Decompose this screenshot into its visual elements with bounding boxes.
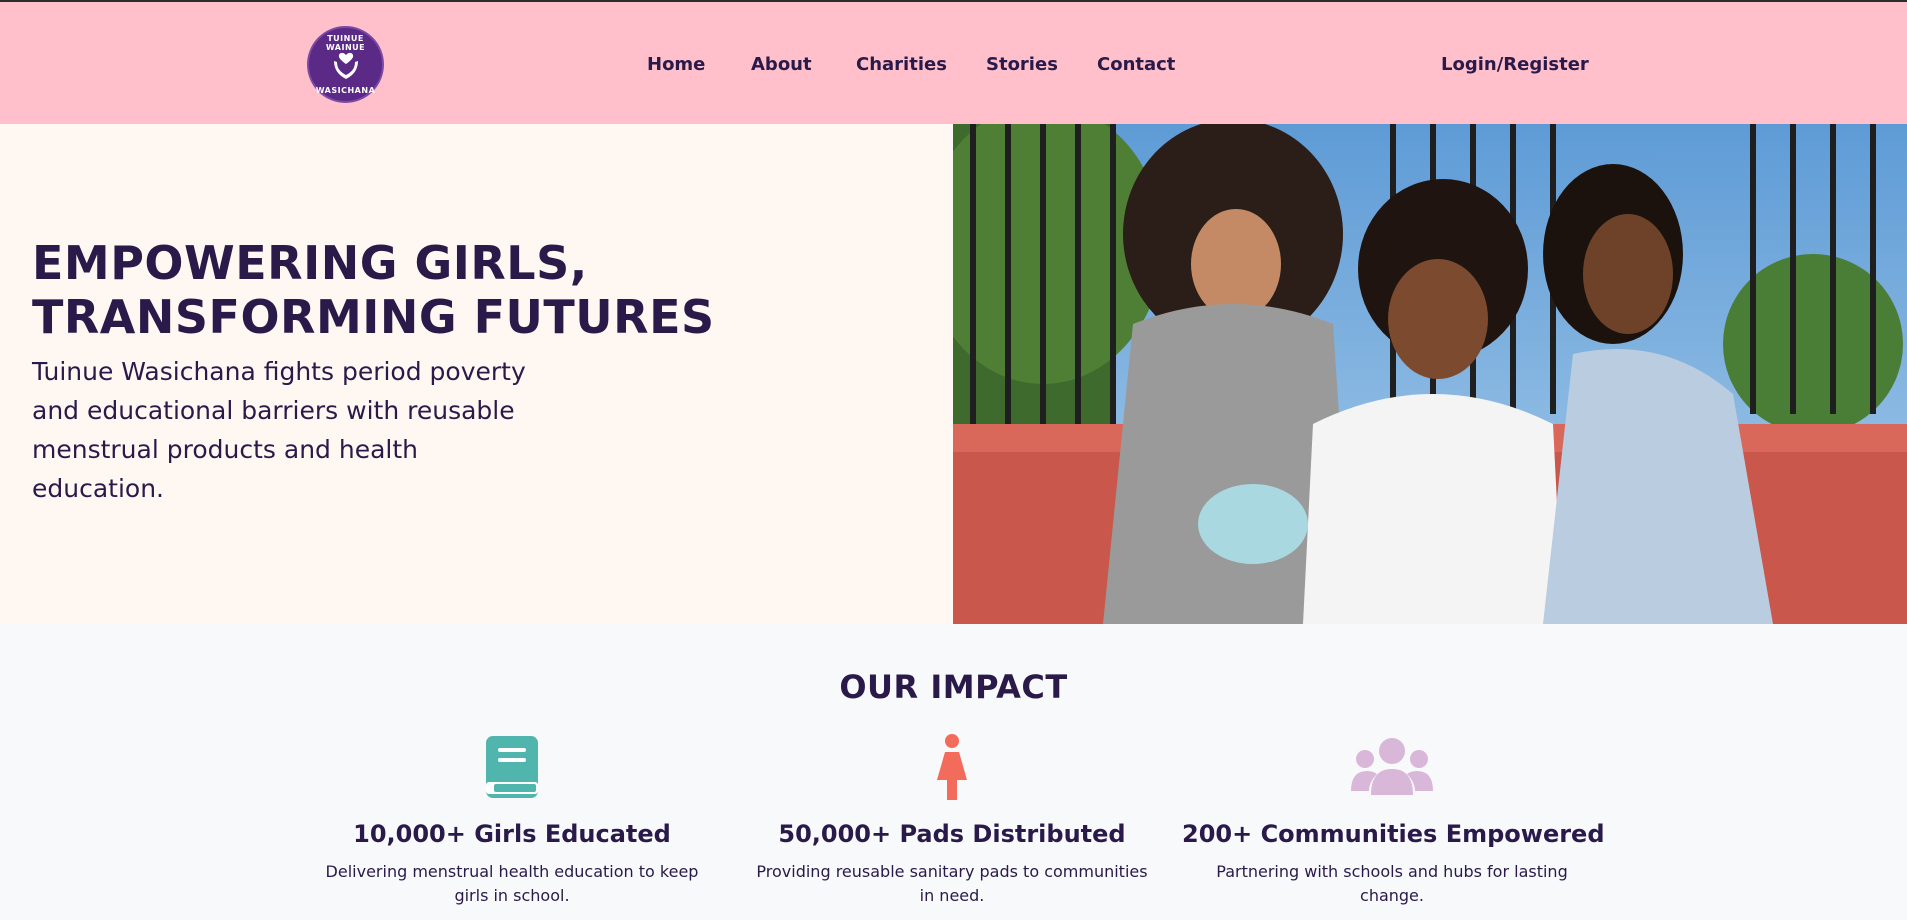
nav-about-link[interactable]: About xyxy=(751,54,812,75)
hero-text-panel: EMPOWERING GIRLS, TRANSFORMING FUTURES T… xyxy=(0,124,953,624)
impact-stat-communities: 200+ Communities Empowered xyxy=(1182,820,1605,848)
impact-card-pads-distributed: 50,000+ Pads Distributed Providing reusa… xyxy=(742,732,1162,908)
logo[interactable]: TUINUE WAINUE WASICHANA xyxy=(307,26,384,103)
impact-desc-girls: Delivering menstrual health education to… xyxy=(325,862,699,905)
nav-stories-link[interactable]: Stories xyxy=(986,54,1058,75)
logo-bottom-text: WASICHANA xyxy=(315,86,376,95)
top-navbar: TUINUE WAINUE WASICHANA Home About Chari… xyxy=(0,0,1907,124)
impact-stat-pads: 50,000+ Pads Distributed xyxy=(778,820,1126,848)
impact-desc-communities: Partnering with schools and hubs for las… xyxy=(1216,862,1568,905)
hero-image xyxy=(953,124,1907,624)
nav-home-link[interactable]: Home xyxy=(647,54,705,75)
login-register-link[interactable]: Login/Register xyxy=(1441,54,1589,75)
nav-charities-link[interactable]: Charities xyxy=(856,54,947,75)
hero-title-line-1: EMPOWERING GIRLS, xyxy=(32,236,588,290)
hero-subtitle: Tuinue Wasichana fights period poverty a… xyxy=(32,357,526,503)
impact-stat-girls: 10,000+ Girls Educated xyxy=(353,820,671,848)
logo-top-text: TUINUE WAINUE xyxy=(325,34,366,52)
hero-title-line-2: TRANSFORMING FUTURES xyxy=(32,290,715,344)
users-icon xyxy=(1351,738,1433,795)
female-icon xyxy=(937,734,967,800)
impact-card-communities-empowered: 200+ Communities Empowered Partnering wi… xyxy=(1182,732,1605,908)
impact-desc-pads: Providing reusable sanitary pads to comm… xyxy=(756,862,1148,905)
hero-photo xyxy=(953,124,1907,624)
impact-section: OUR IMPACT 10,000+ Girls Educated Delive… xyxy=(0,624,1907,920)
hero-title: EMPOWERING GIRLS, TRANSFORMING FUTURES xyxy=(32,236,912,344)
impact-card-girls-educated: 10,000+ Girls Educated Delivering menstr… xyxy=(302,732,722,908)
nav-contact-link[interactable]: Contact xyxy=(1097,54,1175,75)
impact-title: OUR IMPACT xyxy=(839,668,1068,706)
book-icon xyxy=(486,736,538,798)
